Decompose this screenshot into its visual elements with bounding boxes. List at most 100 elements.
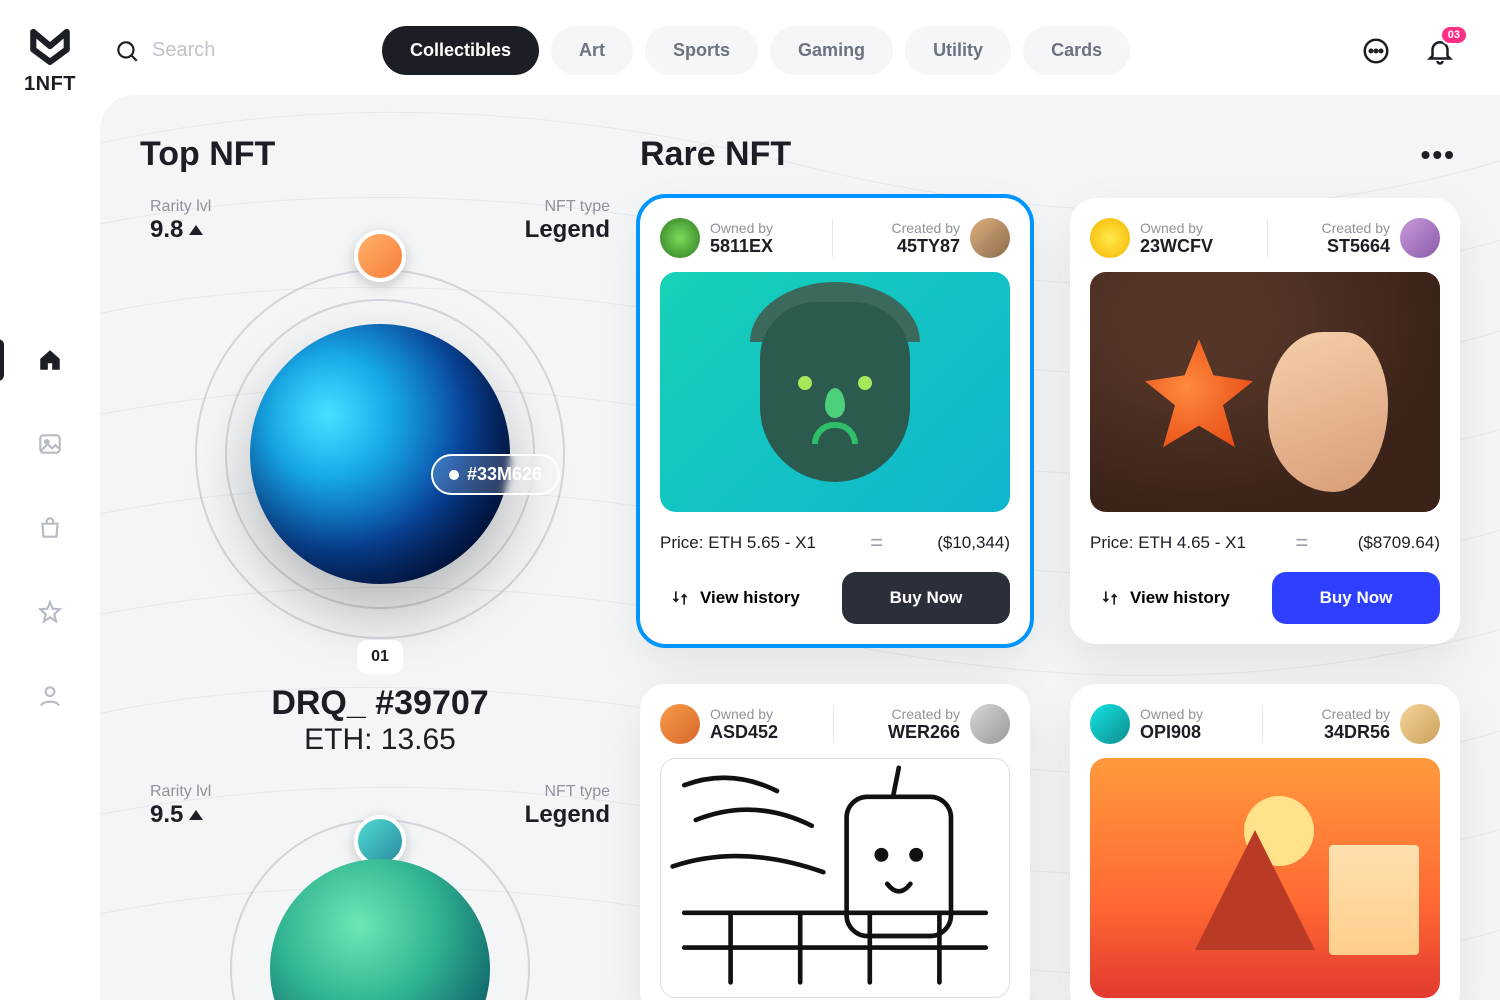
type-label: NFT type (525, 198, 610, 216)
price-eth: ETH 4.65 - X1 (1138, 533, 1246, 552)
notifications-button[interactable]: 03 (1420, 31, 1460, 71)
tab-cards[interactable]: Cards (1023, 26, 1130, 75)
chat-icon (1361, 36, 1391, 66)
creator-avatar[interactable] (970, 704, 1010, 744)
rarity-label: Rarity lvl (150, 783, 211, 801)
type-label: NFT type (525, 783, 610, 801)
nft-orbit-display: #33M626 01 (180, 254, 580, 654)
nft-price: ETH: 13.65 (140, 723, 620, 757)
equals-icon: = (870, 530, 883, 556)
tab-sports[interactable]: Sports (645, 26, 758, 75)
creator-avatar[interactable] (970, 218, 1010, 258)
search-input[interactable] (152, 39, 312, 62)
owner-avatar[interactable] (1090, 704, 1130, 744)
owner-avatar[interactable] (660, 218, 700, 258)
rarity-value: 9.5 (150, 801, 183, 829)
nav-home[interactable] (34, 344, 66, 376)
creator-avatar[interactable] (1400, 218, 1440, 258)
price-eth: ETH 5.65 - X1 (708, 533, 816, 552)
creator-avatar[interactable] (354, 230, 406, 282)
owner-avatar[interactable] (660, 704, 700, 744)
messages-button[interactable] (1356, 31, 1396, 71)
nft-index: 01 (357, 640, 403, 674)
owner-id: 5811EX (710, 236, 773, 257)
owner-id: ASD452 (710, 722, 778, 743)
logo-text: 1NFT (24, 73, 76, 96)
rarity-label: Rarity lvl (150, 198, 211, 216)
nft-title: DRQ_ #39707 (140, 684, 620, 723)
creator-id: ST5664 (1327, 236, 1390, 257)
tab-collectibles[interactable]: Collectibles (382, 26, 539, 75)
owned-by-label: Owned by (1140, 220, 1213, 236)
price-label: Price: (660, 533, 703, 552)
nft-artwork (660, 272, 1010, 512)
nft-tag: #33M626 (431, 454, 560, 495)
logo[interactable]: 1NFT (24, 26, 76, 96)
created-by-label: Created by (892, 706, 960, 722)
home-icon (37, 347, 63, 373)
swap-icon (670, 588, 690, 608)
top-nft-section: Top NFT Rarity lvl 9.8 NFT type Legend (140, 135, 620, 1000)
creator-id: 34DR56 (1324, 722, 1390, 743)
more-menu[interactable]: ••• (1421, 139, 1456, 171)
price-label: Price: (1090, 533, 1133, 552)
rare-card-2[interactable]: Owned by 23WCFV Created by ST5664 (1070, 198, 1460, 644)
creator-id: 45TY87 (897, 236, 960, 257)
top-nft-heading: Top NFT (140, 135, 620, 174)
owner-id: OPI908 (1140, 722, 1203, 743)
rare-card-3[interactable]: Owned by ASD452 Created by WER266 (640, 684, 1030, 1000)
owned-by-label: Owned by (1140, 706, 1203, 722)
tab-gaming[interactable]: Gaming (770, 26, 893, 75)
image-icon (37, 431, 63, 457)
caret-up-icon (189, 225, 203, 235)
type-value: Legend (525, 216, 610, 244)
buy-now-button[interactable]: Buy Now (842, 572, 1010, 624)
created-by-label: Created by (892, 220, 960, 236)
bag-icon (37, 515, 63, 541)
caret-up-icon (189, 810, 203, 820)
tab-utility[interactable]: Utility (905, 26, 1011, 75)
creator-id: WER266 (888, 722, 960, 743)
rare-nft-section: Rare NFT Owned by 5811EX (640, 135, 1460, 1000)
top-actions: 03 (1356, 31, 1460, 71)
owned-by-label: Owned by (710, 220, 773, 236)
user-icon (37, 683, 63, 709)
price-usd: ($10,344) (937, 533, 1010, 553)
sidebar: 1NFT (0, 0, 100, 1000)
swap-icon (1100, 588, 1120, 608)
creator-avatar[interactable] (1400, 704, 1440, 744)
tab-art[interactable]: Art (551, 26, 633, 75)
nft-artwork (1090, 758, 1440, 998)
nav-star[interactable] (34, 596, 66, 628)
rarity-value: 9.8 (150, 216, 183, 244)
buy-now-button[interactable]: Buy Now (1272, 572, 1440, 624)
top-nft-card-2[interactable]: Rarity lvl 9.5 NFT type Legend (140, 783, 620, 1000)
topbar: Collectibles Art Sports Gaming Utility C… (100, 0, 1500, 95)
sidebar-nav (34, 344, 66, 712)
rare-card-1[interactable]: Owned by 5811EX Created by 45TY87 (640, 198, 1030, 644)
created-by-label: Created by (1322, 220, 1390, 236)
rare-nft-heading: Rare NFT (640, 135, 1460, 174)
content: ••• Top NFT Rarity lvl 9.8 NFT type Lege… (100, 95, 1500, 1000)
category-tabs: Collectibles Art Sports Gaming Utility C… (382, 26, 1130, 75)
price-usd: ($8709.64) (1358, 533, 1440, 553)
logo-icon (28, 26, 72, 71)
nft-artwork (1090, 272, 1440, 512)
star-icon (37, 599, 63, 625)
owned-by-label: Owned by (710, 706, 778, 722)
nav-bag[interactable] (34, 512, 66, 544)
nav-profile[interactable] (34, 680, 66, 712)
type-value: Legend (525, 801, 610, 829)
rare-card-4[interactable]: Owned by OPI908 Created by 34DR56 (1070, 684, 1460, 1000)
nav-gallery[interactable] (34, 428, 66, 460)
notification-badge: 03 (1440, 25, 1468, 45)
view-history-button[interactable]: View history (1090, 572, 1258, 624)
nft-artwork (660, 758, 1010, 998)
view-history-button[interactable]: View history (660, 572, 828, 624)
created-by-label: Created by (1322, 706, 1390, 722)
search-box[interactable] (114, 38, 364, 64)
top-nft-card-1[interactable]: Rarity lvl 9.8 NFT type Legend #33M626 (140, 198, 620, 757)
owner-id: 23WCFV (1140, 236, 1213, 257)
owner-avatar[interactable] (1090, 218, 1130, 258)
search-icon (114, 38, 140, 64)
